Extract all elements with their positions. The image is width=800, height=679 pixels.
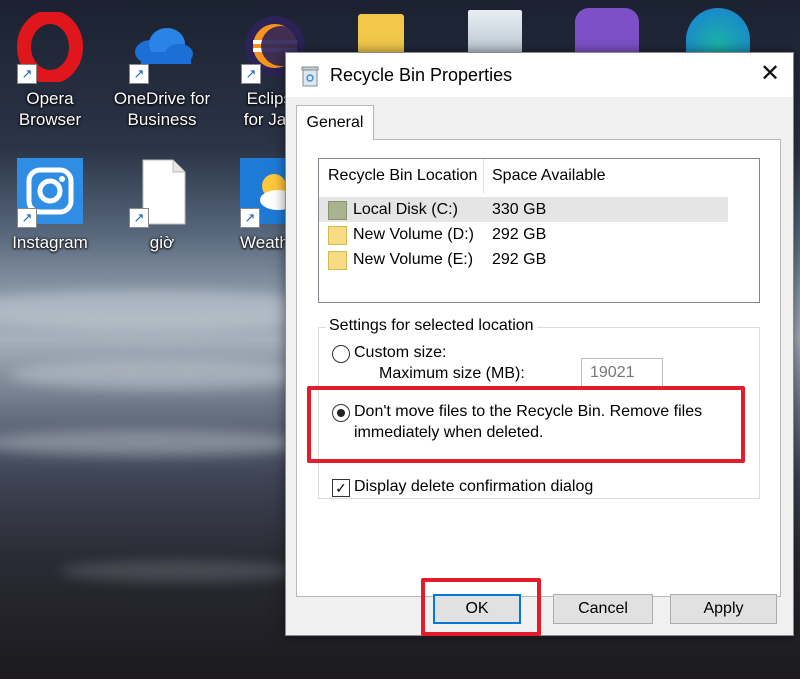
list-row-e[interactable]: New Volume (E:) 292 GB xyxy=(319,247,728,272)
desktop-icon-onedrive[interactable]: ↗ OneDrive for Business xyxy=(112,12,212,130)
desktop-icon-opera[interactable]: ↗ Opera Browser xyxy=(0,10,100,130)
instagram-icon: ↗ xyxy=(15,156,85,228)
opera-icon: ↗ xyxy=(15,10,85,84)
close-icon: ✕ xyxy=(759,60,781,87)
ok-button[interactable]: OK xyxy=(433,594,521,624)
recycle-bin-location-list[interactable]: Recycle Bin Location Space Available Loc… xyxy=(318,158,760,303)
custom-size-radio[interactable] xyxy=(332,345,350,363)
settings-group-label: Settings for selected location xyxy=(326,317,537,335)
desktop-icon-gio[interactable]: ↗ giờ xyxy=(112,156,212,253)
column-header-space[interactable]: Space Available xyxy=(483,159,692,193)
custom-size-label: Custom size: xyxy=(354,344,447,361)
drive-icon xyxy=(328,226,347,245)
dont-move-label-line1: Don't move files to the Recycle Bin. Rem… xyxy=(354,403,703,420)
desktop-icon-weather[interactable]: ↗ Weath xyxy=(224,156,288,253)
max-size-input[interactable]: 19021 xyxy=(581,358,663,387)
title-bar[interactable]: Recycle Bin Properties ✕ xyxy=(286,53,793,97)
shortcut-arrow-icon: ↗ xyxy=(17,64,37,84)
apply-button[interactable]: Apply xyxy=(670,594,777,624)
list-row-c[interactable]: Local Disk (C:) 330 GB xyxy=(319,197,728,222)
close-button[interactable]: ✕ xyxy=(747,53,793,97)
confirm-dialog-checkbox[interactable]: ✓ xyxy=(332,479,350,497)
shortcut-arrow-icon: ↗ xyxy=(129,208,149,228)
file-icon: ↗ xyxy=(127,156,197,228)
shortcut-arrow-icon: ↗ xyxy=(17,208,37,228)
recycle-bin-icon xyxy=(300,65,320,87)
max-size-label: Maximum size (MB): xyxy=(379,365,525,382)
list-header: Recycle Bin Location Space Available xyxy=(319,159,759,193)
cancel-button[interactable]: Cancel xyxy=(553,594,653,624)
dont-move-label-line2: immediately when deleted. xyxy=(354,424,544,441)
confirm-dialog-label: Display delete confirmation dialog xyxy=(354,478,594,495)
edge-icon[interactable] xyxy=(686,8,750,54)
recycle-bin-properties-dialog: Recycle Bin Properties ✕ General Recycle… xyxy=(285,52,794,636)
dialog-title: Recycle Bin Properties xyxy=(330,65,513,85)
desktop-icon-instagram[interactable]: ↗ Instagram xyxy=(0,156,100,253)
checkmark-icon: ✓ xyxy=(335,480,347,496)
recycle-bin-icon[interactable] xyxy=(468,10,522,54)
viber-icon[interactable] xyxy=(575,8,639,54)
list-row-d[interactable]: New Volume (D:) 292 GB xyxy=(319,222,728,247)
tab-general[interactable]: General xyxy=(296,105,374,140)
weather-icon: ↗ xyxy=(238,156,288,228)
shortcut-arrow-icon: ↗ xyxy=(129,64,149,84)
drive-icon xyxy=(328,251,347,270)
drive-icon xyxy=(328,201,347,220)
onedrive-icon: ↗ xyxy=(127,12,197,84)
shortcut-arrow-icon: ↗ xyxy=(240,208,260,228)
column-header-location[interactable]: Recycle Bin Location xyxy=(319,159,484,193)
folder-icon[interactable] xyxy=(358,14,404,54)
shortcut-arrow-icon: ↗ xyxy=(241,64,261,84)
dont-move-radio[interactable] xyxy=(332,404,350,422)
